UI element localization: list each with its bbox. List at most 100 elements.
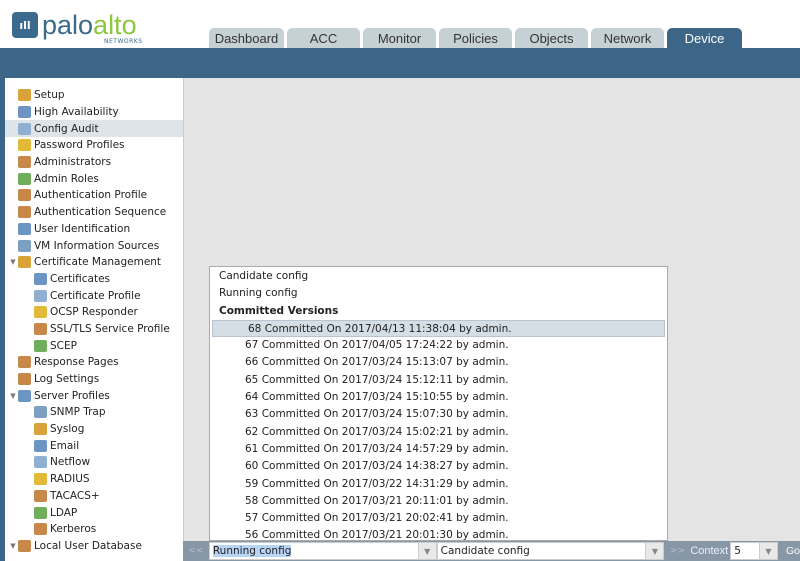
committed-version-option[interactable]: 56 Committed On 2017/03/21 20:01:30 by a… xyxy=(210,527,667,540)
sidebar-item-server-profiles[interactable]: ▼ Server Profiles xyxy=(5,387,183,404)
tab-policies[interactable]: Policies xyxy=(439,28,512,48)
sidebar-item-label: OCSP Responder xyxy=(50,306,138,319)
sidebar-item-ldap[interactable]: LDAP xyxy=(5,504,183,521)
committed-version-option[interactable]: 58 Committed On 2017/03/21 20:11:01 by a… xyxy=(210,493,667,510)
config-version-dropdown-list: Candidate config Running config Committe… xyxy=(209,266,668,541)
local-user-database-icon xyxy=(18,539,31,552)
committed-version-option[interactable]: 63 Committed On 2017/03/24 15:07:30 by a… xyxy=(210,406,667,423)
option-running-config[interactable]: Running config xyxy=(210,285,667,302)
committed-version-option[interactable]: 67 Committed On 2017/04/05 17:24:22 by a… xyxy=(210,337,667,354)
administrators-icon xyxy=(18,156,31,169)
tab-objects[interactable]: Objects xyxy=(515,28,588,48)
option-candidate-config[interactable]: Candidate config xyxy=(210,268,667,285)
email-icon xyxy=(34,439,47,452)
tab-monitor[interactable]: Monitor xyxy=(363,28,436,48)
expand-triangle-icon[interactable]: ▼ xyxy=(8,542,18,550)
authentication-sequence-icon xyxy=(18,206,31,219)
admin-roles-icon xyxy=(18,172,31,185)
sidebar-item-label: High Availability xyxy=(34,106,119,119)
config-audit-icon xyxy=(18,122,31,135)
tab-dashboard[interactable]: Dashboard xyxy=(209,28,284,48)
ssl-tls-service-profile-icon xyxy=(34,322,47,335)
sidebar-item-label: Log Settings xyxy=(34,373,100,386)
sidebar-item-label: Administrators xyxy=(34,156,112,169)
sidebar-item-certificate-management[interactable]: ▼ Certificate Management xyxy=(5,254,183,271)
committed-version-option[interactable]: 66 Committed On 2017/03/24 15:13:07 by a… xyxy=(210,354,667,371)
sidebar-item-label: Password Profiles xyxy=(34,139,125,152)
tab-device[interactable]: Device xyxy=(667,28,742,48)
sidebar-item-user-identification[interactable]: User Identification xyxy=(5,221,183,238)
context-value: 5 xyxy=(734,545,741,557)
high-availability-icon xyxy=(18,106,31,119)
vm-information-sources-icon xyxy=(18,239,31,252)
chevron-down-icon[interactable]: ▼ xyxy=(758,543,777,559)
sidebar-item-label: TACACS+ xyxy=(50,489,100,502)
sidebar-item-netflow[interactable]: Netflow xyxy=(5,454,183,471)
sidebar-item-label: SSL/TLS Service Profile xyxy=(50,322,170,335)
expand-triangle-icon[interactable]: ▼ xyxy=(8,258,18,266)
sidebar-item-label: Email xyxy=(50,439,80,452)
sidebar-item-label: User Identification xyxy=(34,222,131,235)
sidebar-item-ocsp-responder[interactable]: OCSP Responder xyxy=(5,304,183,321)
sidebar-item-radius[interactable]: RADIUS xyxy=(5,471,183,488)
context-select[interactable]: 5 ▼ xyxy=(730,542,778,560)
sidebar-item-label: SNMP Trap xyxy=(50,406,106,419)
sidebar-item-certificates[interactable]: Certificates xyxy=(5,271,183,288)
sidebar-item-vm-information-sources[interactable]: VM Information Sources xyxy=(5,237,183,254)
sidebar-item-log-settings[interactable]: Log Settings xyxy=(5,371,183,388)
committed-version-option[interactable]: 65 Committed On 2017/03/24 15:12:11 by a… xyxy=(210,372,667,389)
sidebar-item-snmp-trap[interactable]: SNMP Trap xyxy=(5,404,183,421)
sidebar-item-label: Syslog xyxy=(50,423,85,436)
committed-version-option[interactable]: 62 Committed On 2017/03/24 15:02:21 by a… xyxy=(210,424,667,441)
sidebar-item-label: Local User Database xyxy=(34,539,142,552)
right-config-value: Candidate config xyxy=(440,545,530,557)
sidebar-item-authentication-sequence[interactable]: Authentication Sequence xyxy=(5,204,183,221)
go-button[interactable]: Go xyxy=(786,545,800,557)
committed-version-option[interactable]: 60 Committed On 2017/03/24 14:38:27 by a… xyxy=(210,458,667,475)
right-config-select[interactable]: Candidate config ▼ xyxy=(436,542,665,560)
header-band xyxy=(0,48,800,78)
committed-version-option[interactable]: 64 Committed On 2017/03/24 15:10:55 by a… xyxy=(210,389,667,406)
sidebar-item-ssl-tls-service-profile[interactable]: SSL/TLS Service Profile xyxy=(5,321,183,338)
sidebar-item-label: Setup xyxy=(34,89,65,102)
setup-icon xyxy=(18,89,31,102)
left-config-select[interactable]: Running config ▼ xyxy=(208,542,437,560)
committed-version-option[interactable]: 61 Committed On 2017/03/24 14:57:29 by a… xyxy=(210,441,667,458)
log-settings-icon xyxy=(18,373,31,386)
tab-acc[interactable]: ACC xyxy=(287,28,360,48)
sidebar-item-certificate-profile[interactable]: Certificate Profile xyxy=(5,287,183,304)
tab-network[interactable]: Network xyxy=(591,28,664,48)
sidebar-item-config-audit[interactable]: Config Audit xyxy=(5,120,183,138)
sidebar-item-local-user-database[interactable]: ▼ Local User Database xyxy=(5,538,183,555)
syslog-icon xyxy=(34,423,47,436)
sidebar-item-label: Netflow xyxy=(50,456,91,469)
sidebar-item-label: Certificate Profile xyxy=(50,289,141,302)
sidebar-item-high-availability[interactable]: High Availability xyxy=(5,104,183,121)
next-button[interactable]: >> xyxy=(664,546,690,556)
sidebar-item-label: Admin Roles xyxy=(34,172,99,185)
chevron-down-icon[interactable]: ▼ xyxy=(417,543,436,559)
sidebar-item-password-profiles[interactable]: Password Profiles xyxy=(5,137,183,154)
committed-version-option[interactable]: 59 Committed On 2017/03/22 14:31:29 by a… xyxy=(210,476,667,493)
expand-triangle-icon[interactable]: ▼ xyxy=(8,392,18,400)
sidebar-item-admin-roles[interactable]: Admin Roles xyxy=(5,170,183,187)
sidebar-item-setup[interactable]: Setup xyxy=(5,87,183,104)
sidebar-item-label: RADIUS xyxy=(50,473,90,486)
sidebar-item-tacacs[interactable]: TACACS+ xyxy=(5,488,183,505)
chevron-down-icon[interactable]: ▼ xyxy=(645,543,664,559)
committed-version-option[interactable]: 68 Committed On 2017/04/13 11:38:04 by a… xyxy=(212,319,665,338)
sidebar-item-email[interactable]: Email xyxy=(5,437,183,454)
bottom-toolbar: << Running config ▼ Candidate config ▼ >… xyxy=(183,541,800,561)
sidebar-item-label: Kerberos xyxy=(50,523,97,536)
section-committed-versions: Committed Versions xyxy=(219,304,339,317)
sidebar-item-syslog[interactable]: Syslog xyxy=(5,421,183,438)
sidebar-item-administrators[interactable]: Administrators xyxy=(5,154,183,171)
sidebar-item-scep[interactable]: SCEP xyxy=(5,337,183,354)
sidebar-item-authentication-profile[interactable]: Authentication Profile xyxy=(5,187,183,204)
sidebar-item-kerberos[interactable]: Kerberos xyxy=(5,521,183,538)
sidebar-item-response-pages[interactable]: Response Pages xyxy=(5,354,183,371)
prev-button[interactable]: << xyxy=(183,546,209,556)
tacacs-icon xyxy=(34,489,47,502)
committed-version-option[interactable]: 57 Committed On 2017/03/21 20:02:41 by a… xyxy=(210,510,667,527)
sidebar-item-label: Authentication Sequence xyxy=(34,206,167,219)
